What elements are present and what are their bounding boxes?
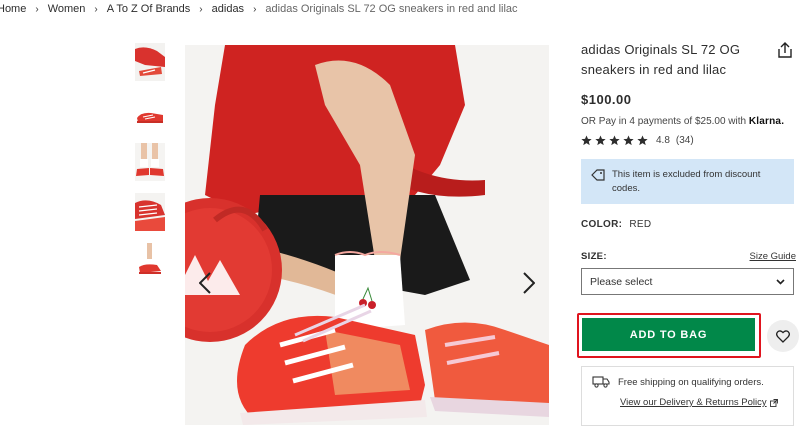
star-icon [595, 135, 606, 146]
discount-note-text: This item is excluded from discount code… [612, 169, 761, 194]
rating-count: (34) [675, 135, 694, 146]
previous-image-button[interactable] [194, 268, 216, 298]
size-header: SIZE: Size Guide [581, 251, 796, 262]
breadcrumb-separator: › [35, 3, 39, 15]
rating-stars [581, 135, 648, 146]
truck-icon [592, 376, 610, 388]
breadcrumb-separator: › [94, 3, 98, 15]
rating-score: 4.8 [656, 135, 670, 146]
shipping-row: Free shipping on qualifying orders. [592, 376, 783, 388]
product-thumbnail-4[interactable] [135, 193, 165, 231]
discount-exclusion-notice: This item is excluded from discount code… [581, 159, 794, 204]
chevron-left-icon [199, 272, 211, 294]
product-details: adidas Originals SL 72 OG sneakers in re… [581, 40, 796, 295]
chevron-down-icon [776, 278, 785, 285]
chevron-right-icon [523, 272, 535, 294]
star-icon [581, 135, 592, 146]
share-icon[interactable] [778, 42, 792, 63]
klarna-pay-text: OR Pay in 4 payments of $25.00 with [581, 116, 747, 127]
star-icon [623, 135, 634, 146]
product-thumbnail-3[interactable] [135, 143, 165, 181]
product-title: adidas Originals SL 72 OG sneakers in re… [581, 42, 741, 77]
breadcrumb-separator: › [199, 3, 203, 15]
klarna-logo[interactable]: Klarna. [749, 116, 784, 127]
product-thumbnail-2[interactable] [135, 93, 165, 131]
klarna-payment-info: OR Pay in 4 payments of $25.00 with Klar… [581, 116, 796, 127]
tag-icon [591, 169, 605, 181]
returns-row: View our Delivery & Returns Policy [620, 397, 783, 408]
product-thumbnail-5[interactable] [135, 243, 165, 281]
external-link-icon [769, 398, 778, 407]
breadcrumb-women[interactable]: Women [48, 3, 86, 15]
breadcrumb: Home › Women › A To Z Of Brands › adidas… [0, 3, 518, 15]
save-for-later-button[interactable] [767, 320, 799, 352]
color-value: RED [629, 219, 652, 230]
breadcrumb-home[interactable]: Home [0, 3, 26, 15]
breadcrumb-brands[interactable]: A To Z Of Brands [107, 3, 191, 15]
color-label: COLOR: [581, 219, 623, 230]
size-guide-link[interactable]: Size Guide [750, 251, 796, 262]
color-row: COLOR: RED [581, 219, 796, 230]
add-to-bag-button[interactable]: ADD TO BAG [582, 318, 755, 351]
breadcrumb-separator: › [253, 3, 257, 15]
size-label: SIZE: [581, 251, 607, 262]
size-select-value: Please select [590, 275, 653, 288]
size-select[interactable]: Please select [581, 268, 794, 295]
star-icon [637, 135, 648, 146]
product-thumbnail-1[interactable] [135, 43, 165, 81]
breadcrumb-adidas[interactable]: adidas [212, 3, 244, 15]
product-price: $100.00 [581, 92, 632, 107]
breadcrumb-current: adidas Originals SL 72 OG sneakers in re… [265, 3, 518, 15]
thumbnail-strip [135, 43, 165, 293]
delivery-returns-link[interactable]: View our Delivery & Returns Policy [620, 397, 767, 408]
product-rating[interactable]: 4.8 (34) [581, 135, 796, 146]
next-image-button[interactable] [518, 268, 540, 298]
main-product-image [185, 45, 549, 425]
shipping-text: Free shipping on qualifying orders. [618, 376, 764, 388]
star-icon [609, 135, 620, 146]
heart-icon [776, 329, 790, 343]
shipping-info: Free shipping on qualifying orders. View… [581, 366, 794, 426]
purchase-actions: ADD TO BAG [577, 313, 800, 358]
